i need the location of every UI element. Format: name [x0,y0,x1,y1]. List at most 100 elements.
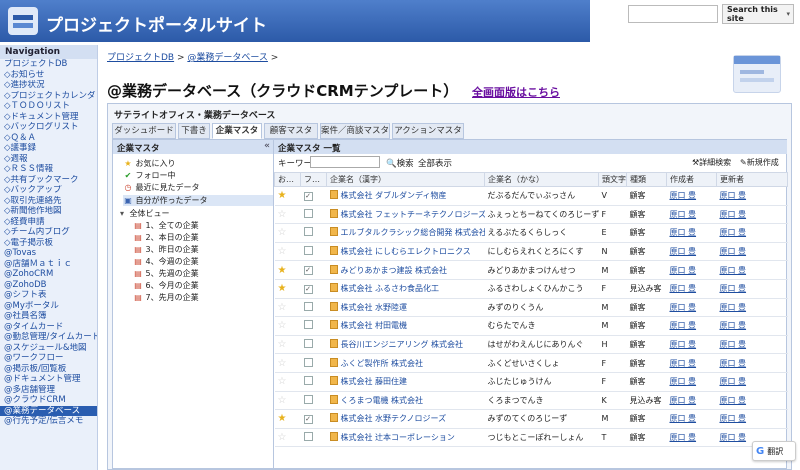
new-record-button[interactable]: ✎新規作成 [740,157,779,168]
advanced-search-button[interactable]: ⚒詳細検索 [692,157,731,168]
updater-link[interactable]: 原口 豊 [720,433,747,442]
sidebar-item[interactable]: @シフト表 [0,290,97,301]
follow-cell[interactable] [300,298,327,318]
updater-link[interactable]: 原口 豊 [720,303,747,312]
sidebar-item[interactable]: ◇経費申請 [0,217,97,228]
translate-button[interactable]: G 翻訳 [752,441,796,461]
star-icon[interactable]: ☆ [278,320,287,331]
creator-link[interactable]: 原口 豊 [670,284,697,293]
table-row[interactable]: ☆ エルブタルクラシック総合開発 株式会社 えるぶたるくらしっく E 顧客 原口 豊原口 … [274,223,788,243]
follow-cell[interactable] [300,335,327,355]
updater-link[interactable]: 原口 豊 [720,377,747,386]
follow-checkbox[interactable] [303,301,313,311]
follow-checkbox[interactable] [303,320,313,330]
column-header[interactable]: 作成者 [666,172,717,187]
follow-cell[interactable] [300,316,327,336]
company-name-cell[interactable]: 株式会社 村田電機 [326,316,485,336]
sidebar-item[interactable]: @掲示板/回覧板 [0,364,97,375]
follow-checkbox[interactable]: ✓ [303,284,313,294]
creator-link[interactable]: 原口 豊 [670,321,697,330]
updater-link[interactable]: 原口 豊 [720,191,747,200]
updater-link[interactable]: 原口 豊 [720,396,747,405]
follow-cell[interactable]: ✓ [300,279,327,299]
favorite-cell[interactable]: ☆ [274,391,301,411]
sidebar-item[interactable]: ◇チーム内ブログ [0,227,97,238]
sidebar-item[interactable]: @スケジュール&地図 [0,343,97,354]
sidebar-item[interactable]: ◇ドキュメント管理 [0,112,97,123]
follow-checkbox[interactable]: ✓ [303,414,313,424]
company-name-link[interactable]: くろまつ電機 株式会社 [341,396,424,405]
tree-item[interactable]: ▤ 1、全ての企業 [133,220,198,231]
tab-5[interactable]: アクションマスタ [392,123,464,139]
sidebar-item[interactable]: ◇ＲＳＳ情報 [0,164,97,175]
company-name-link[interactable]: 株式会社 村田電機 [341,321,408,330]
follow-cell[interactable] [300,242,327,262]
keyword-input[interactable] [310,156,380,168]
sidebar-item[interactable]: @Myポータル [0,301,97,312]
table-row[interactable]: ☆ 株式会社 村田電機 むらたでんき M 顧客 原口 豊原口 豊 [274,316,788,336]
search-this-site-button[interactable]: Search this site ▾ [722,4,794,24]
creator-link[interactable]: 原口 豊 [670,228,697,237]
creator-link[interactable]: 原口 豊 [670,396,697,405]
company-name-cell[interactable]: エルブタルクラシック総合開発 株式会社 [326,223,485,243]
breadcrumb-root-link[interactable]: プロジェクトDB [107,53,174,63]
tree-item[interactable]: ★ お気に入り [123,158,175,169]
table-row[interactable]: ☆ 株式会社 藤田住建 ふじたじゅうけん F 顧客 原口 豊原口 豊 [274,372,788,392]
creator-link[interactable]: 原口 豊 [670,433,697,442]
follow-checkbox[interactable] [303,227,313,237]
company-name-cell[interactable]: 株式会社 ふるさわ食品化工 [326,279,485,299]
fullscreen-link[interactable]: 全画面版はこちら [472,84,560,100]
column-header[interactable]: フ… [300,172,327,187]
favorite-cell[interactable]: ☆ [274,335,301,355]
tree-item[interactable]: ▤ 6、今月の企業 [133,280,198,291]
sidebar-item[interactable]: ◇バックアップ [0,185,97,196]
star-icon[interactable]: ★ [278,190,287,201]
sidebar-item[interactable]: @タイムカード [0,322,97,333]
creator-link[interactable]: 原口 豊 [670,303,697,312]
tree-item[interactable]: ✔ フォロー中 [123,170,176,181]
sidebar-item[interactable]: @ZohoDB [0,280,97,291]
tree-item[interactable]: ▤ 4、今週の企業 [133,256,198,267]
updater-link[interactable]: 原口 豊 [720,340,747,349]
table-row[interactable]: ☆ 株式会社 水野陸運 みずのりくうん M 顧客 原口 豊原口 豊 [274,298,788,318]
company-name-link[interactable]: ふくど製作所 株式会社 [341,359,424,368]
company-name-cell[interactable]: 株式会社 フェットチーネテクノロジーズ [326,205,485,225]
column-header[interactable]: 頭文字 [598,172,627,187]
follow-cell[interactable] [300,372,327,392]
table-row[interactable]: ★ ✓ みどりあかまつ建設 株式会社 みどりあかまつけんせつ M 顧客 原口 豊原口 豊 [274,260,788,280]
company-name-cell[interactable]: 株式会社 ダブルダンディ物産 [326,186,485,206]
follow-checkbox[interactable]: ✓ [303,266,313,276]
tab-1[interactable]: 下書き [178,123,210,139]
follow-checkbox[interactable] [303,208,313,218]
updater-link[interactable]: 原口 豊 [720,266,747,275]
sidebar-item[interactable]: @ドキュメント管理 [0,374,97,385]
search-button[interactable]: 🔍検索 [386,157,414,169]
sidebar-item[interactable]: @店舗Ｍａｔｉｃ [0,259,97,270]
follow-checkbox[interactable] [303,246,313,256]
star-icon[interactable]: ☆ [278,376,287,387]
favorite-cell[interactable]: ☆ [274,205,301,225]
sidebar-item[interactable]: @業務データベース [0,405,97,416]
creator-link[interactable]: 原口 豊 [670,191,697,200]
table-row[interactable]: ☆ ふくど製作所 株式会社 ふくどせいさくしょ F 顧客 原口 豊原口 豊 [274,353,788,373]
company-name-cell[interactable]: 長谷川エンジニアリング 株式会社 [326,335,485,355]
sidebar-item[interactable]: ◇共有ブックマーク [0,175,97,186]
company-name-link[interactable]: エルブタルクラシック総合開発 株式会社 [341,228,485,237]
favorite-cell[interactable]: ☆ [274,372,301,392]
tab-2[interactable]: 企業マスタ [212,123,262,139]
creator-link[interactable]: 原口 豊 [670,340,697,349]
updater-link[interactable]: 原口 豊 [720,359,747,368]
star-icon[interactable]: ☆ [278,302,287,313]
tab-4[interactable]: 案件／商談マスタ [320,123,390,139]
sidebar-item[interactable]: ◇取引先連絡先 [0,196,97,207]
sidebar-item[interactable]: ◇進捗状況 [0,80,97,91]
tree-item[interactable]: ▾ 全体ビュー [117,208,170,219]
company-name-link[interactable]: 株式会社 ダブルダンディ物産 [341,191,447,200]
star-icon[interactable]: ★ [278,283,287,294]
follow-cell[interactable] [300,223,327,243]
star-icon[interactable]: ★ [278,413,287,424]
company-name-cell[interactable]: 株式会社 水野テクノロジーズ [326,409,485,429]
column-header[interactable]: 企業名（かな） [484,172,599,187]
sidebar-item[interactable]: @社員名簿 [0,311,97,322]
sidebar-item[interactable]: @Tovas [0,248,97,259]
